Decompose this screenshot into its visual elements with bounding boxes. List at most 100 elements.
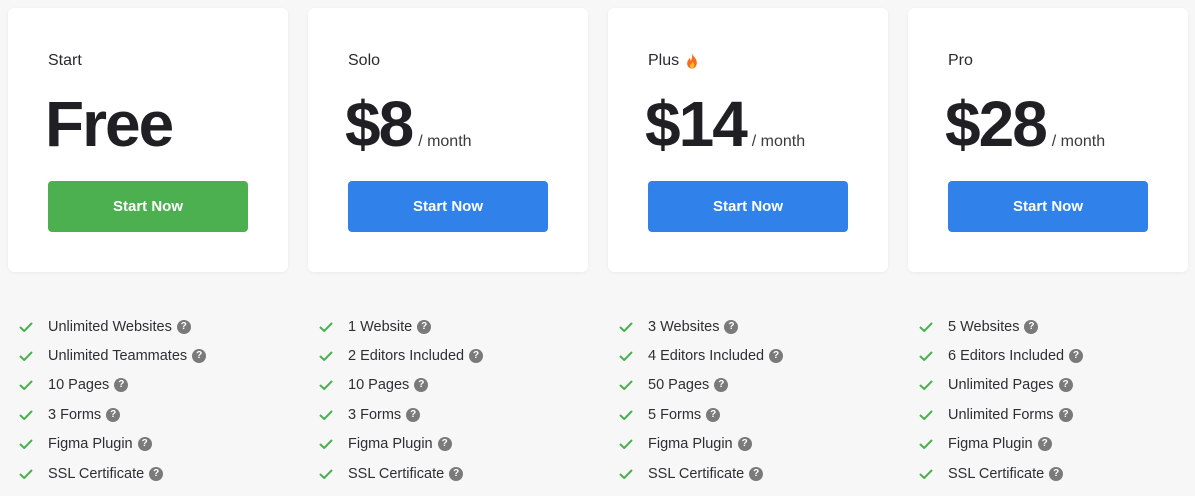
feature-label: SSL Certificate [948, 465, 1045, 482]
feature-item: Unlimited Pages? [918, 371, 1188, 400]
feature-item: 4 Editors Included? [618, 341, 888, 370]
check-icon [619, 410, 633, 420]
feature-item: 5 Forms? [618, 400, 888, 429]
feature-list: 5 Websites? 6 Editors Included? Unlimited … [908, 312, 1188, 488]
start-now-button[interactable]: Start Now [948, 181, 1148, 232]
check-icon [319, 439, 333, 450]
feature-label: 3 Websites [648, 318, 720, 335]
feature-item: 3 Forms? [18, 400, 288, 429]
price-row: $8 / month [345, 88, 472, 160]
help-icon[interactable]: ? [417, 319, 432, 334]
check-icon [919, 351, 933, 362]
feature-label: 10 Pages [48, 377, 110, 394]
plan-plus: Plus $14 / month Start Now 3 Websites? 4 … [608, 8, 888, 488]
start-now-button[interactable]: Start Now [348, 181, 548, 232]
help-icon[interactable]: ? [406, 407, 421, 422]
feature-label: Figma Plugin [348, 436, 433, 453]
feature-label: Figma Plugin [648, 436, 733, 453]
check-icon [319, 322, 333, 332]
help-icon[interactable]: ? [749, 466, 764, 481]
help-icon[interactable]: ? [137, 437, 152, 452]
help-icon[interactable]: ? [149, 466, 164, 481]
help-icon[interactable]: ? [1058, 378, 1073, 393]
check-icon [19, 322, 33, 332]
feature-item: 3 Forms? [318, 400, 588, 429]
start-now-button[interactable]: Start Now [48, 181, 248, 232]
feature-item: SSL Certificate? [618, 459, 888, 488]
help-icon[interactable]: ? [1024, 319, 1039, 334]
billing-period: / month [751, 133, 806, 150]
feature-item: 3 Websites? [618, 312, 888, 341]
feature-item: 2 Editors Included? [318, 341, 588, 370]
feature-item: 10 Pages? [18, 371, 288, 400]
plan-name-label: Solo [348, 52, 381, 69]
check-icon [619, 351, 633, 362]
help-icon[interactable]: ? [449, 466, 464, 481]
check-icon [619, 439, 633, 450]
help-icon[interactable]: ? [1049, 466, 1064, 481]
help-icon[interactable]: ? [106, 407, 121, 422]
feature-item: SSL Certificate? [318, 459, 588, 488]
feature-item: 5 Websites? [918, 312, 1188, 341]
price-row: $14 / month [645, 88, 805, 160]
help-icon[interactable]: ? [706, 407, 721, 422]
check-icon [919, 410, 933, 420]
feature-item: Unlimited Websites? [18, 312, 288, 341]
feature-list: Unlimited Websites? Unlimited Teammates? 1… [8, 312, 288, 488]
feature-label: 3 Forms [48, 406, 102, 423]
feature-label: 3 Forms [348, 406, 402, 423]
check-icon [619, 322, 633, 332]
help-icon[interactable]: ? [1058, 407, 1073, 422]
plan-pro: Pro $28 / month Start Now 5 Websites? 6 E… [908, 8, 1188, 488]
feature-label: Figma Plugin [948, 436, 1033, 453]
feature-label: 2 Editors Included [348, 348, 465, 365]
feature-item: Figma Plugin? [918, 430, 1188, 459]
help-icon[interactable]: ? [192, 349, 207, 364]
feature-label: 4 Editors Included [648, 348, 765, 365]
feature-item: Unlimited Teammates? [18, 341, 288, 370]
help-icon[interactable]: ? [714, 378, 729, 393]
plan-card: Solo $8 / month Start Now [308, 8, 588, 272]
check-icon [19, 469, 33, 479]
feature-label: Unlimited Teammates [48, 348, 188, 365]
plan-name-label: Plus [648, 52, 680, 69]
plan-name-label: Start [48, 52, 82, 69]
feature-label: 10 Pages [348, 377, 410, 394]
plan-card: Plus $14 / month Start Now [608, 8, 888, 272]
feature-item: 50 Pages? [618, 371, 888, 400]
billing-period: / month [1051, 133, 1106, 150]
help-icon[interactable]: ? [737, 437, 752, 452]
feature-label: Figma Plugin [48, 436, 133, 453]
help-icon[interactable]: ? [469, 349, 484, 364]
feature-item: Figma Plugin? [18, 430, 288, 459]
start-now-button[interactable]: Start Now [648, 181, 848, 232]
help-icon[interactable]: ? [176, 319, 191, 334]
feature-item: Figma Plugin? [318, 430, 588, 459]
check-icon [319, 351, 333, 362]
help-icon[interactable]: ? [769, 349, 784, 364]
feature-label: Unlimited Websites [48, 318, 172, 335]
help-icon[interactable]: ? [1069, 349, 1084, 364]
feature-item: Unlimited Forms? [918, 400, 1188, 429]
price-row: Free [45, 88, 174, 160]
feature-item: 1 Website? [318, 312, 588, 341]
feature-item: Figma Plugin? [618, 430, 888, 459]
check-icon [919, 322, 933, 332]
help-icon[interactable]: ? [414, 378, 429, 393]
plan-name: Plus [648, 52, 699, 70]
help-icon[interactable]: ? [437, 437, 452, 452]
feature-item: 10 Pages? [318, 371, 588, 400]
check-icon [919, 380, 933, 391]
feature-item: 6 Editors Included? [918, 341, 1188, 370]
feature-label: 5 Forms [648, 406, 702, 423]
check-icon [919, 439, 933, 450]
plan-price: $14 [645, 88, 748, 160]
plan-card: Start Free Start Now [8, 8, 288, 272]
feature-label: SSL Certificate [348, 465, 445, 482]
help-icon[interactable]: ? [1037, 437, 1052, 452]
feature-label: 5 Websites [948, 318, 1020, 335]
help-icon[interactable]: ? [724, 319, 739, 334]
help-icon[interactable]: ? [114, 378, 129, 393]
feature-list: 3 Websites? 4 Editors Included? 50 Pages? 5… [608, 312, 888, 488]
plan-name-label: Pro [948, 52, 973, 69]
